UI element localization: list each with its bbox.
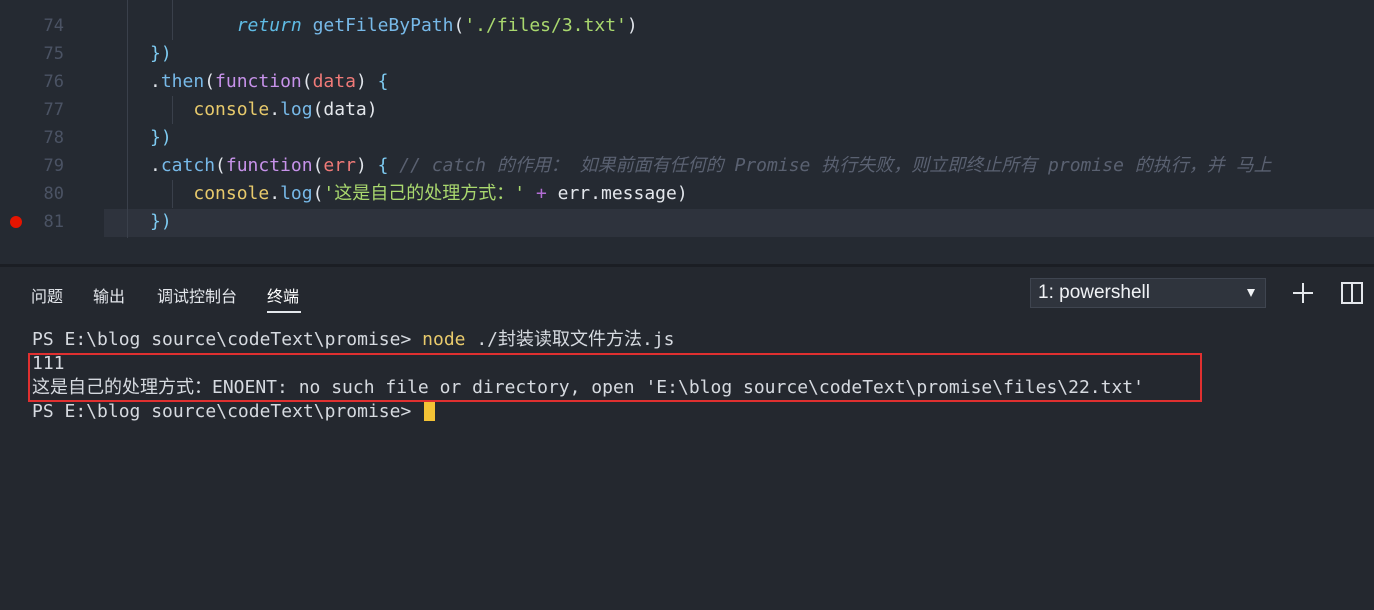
plus-icon xyxy=(1293,283,1313,303)
split-terminal-button[interactable] xyxy=(1339,280,1365,306)
line-number: 80 xyxy=(43,184,64,204)
code-text: .catch(function(err) { // catch 的作用： 如果前… xyxy=(150,155,1272,176)
add-terminal-button[interactable] xyxy=(1290,280,1316,306)
line-number: 78 xyxy=(43,128,64,148)
line-number: 81 xyxy=(43,212,64,232)
line-number: 74 xyxy=(43,16,64,36)
code-text: return getFileByPath('./files/3.txt') xyxy=(236,15,638,36)
code-text: }) xyxy=(150,211,172,232)
code-text: console.log(data) xyxy=(193,99,378,120)
tab-debug-console[interactable]: 调试控制台 xyxy=(157,283,237,307)
active-tab-indicator xyxy=(267,311,301,313)
tab-output[interactable]: 输出 xyxy=(93,283,125,307)
code-text: .then(function(data) { xyxy=(150,71,389,92)
line-number: 79 xyxy=(43,156,64,176)
terminal-select[interactable]: 1: powershell xyxy=(1030,278,1266,308)
terminal-prompt: PS E:\blog source\codeText\promise> xyxy=(32,329,423,350)
terminal-command: node xyxy=(422,329,466,350)
terminal-line-command: PS E:\blog source\codeText\promise> node… xyxy=(32,328,675,352)
highlight-box xyxy=(28,353,1202,402)
code-text: }) xyxy=(150,43,172,64)
code-editor[interactable]: 74 return getFileByPath('./files/3.txt')… xyxy=(0,0,1374,264)
split-icon xyxy=(1341,282,1363,304)
code-line[interactable]: 75}) xyxy=(0,40,1374,68)
code-line[interactable]: 79 .catch(function(err) { // catch 的作用： 如… xyxy=(0,152,1374,180)
code-text: }) xyxy=(150,127,172,148)
terminal-prompt: PS E:\blog source\codeText\promise> xyxy=(32,401,423,422)
tab-problems[interactable]: 问题 xyxy=(31,283,63,307)
code-line[interactable]: 80 console.log('这是自己的处理方式：' + err.messag… xyxy=(0,180,1374,208)
line-number: 75 xyxy=(43,44,64,64)
terminal-line-prompt[interactable]: PS E:\blog source\codeText\promise> xyxy=(32,400,436,424)
terminal-command-args: ./封装读取文件方法.js xyxy=(465,329,675,350)
panel-tabs: 问题 输出 调试控制台 终端 1: powershell xyxy=(0,267,1374,319)
chevron-down-icon xyxy=(1247,289,1255,297)
code-line[interactable]: 74 return getFileByPath('./files/3.txt') xyxy=(0,12,1374,40)
tab-terminal[interactable]: 终端 xyxy=(267,283,299,307)
line-number: 77 xyxy=(43,100,64,120)
bottom-panel: 问题 输出 调试控制台 终端 1: powershell xyxy=(0,267,1374,610)
code-text: console.log('这是自己的处理方式：' + err.message) xyxy=(193,183,688,204)
line-number: 76 xyxy=(43,72,64,92)
code-line[interactable]: 76 .then(function(data) { xyxy=(0,68,1374,96)
code-line[interactable]: 78}) xyxy=(0,124,1374,152)
terminal-select-value: 1: powershell xyxy=(1038,282,1150,303)
terminal-cursor xyxy=(424,401,436,421)
code-line[interactable]: 81}) xyxy=(0,208,1374,236)
code-line[interactable]: 77 console.log(data) xyxy=(0,96,1374,124)
